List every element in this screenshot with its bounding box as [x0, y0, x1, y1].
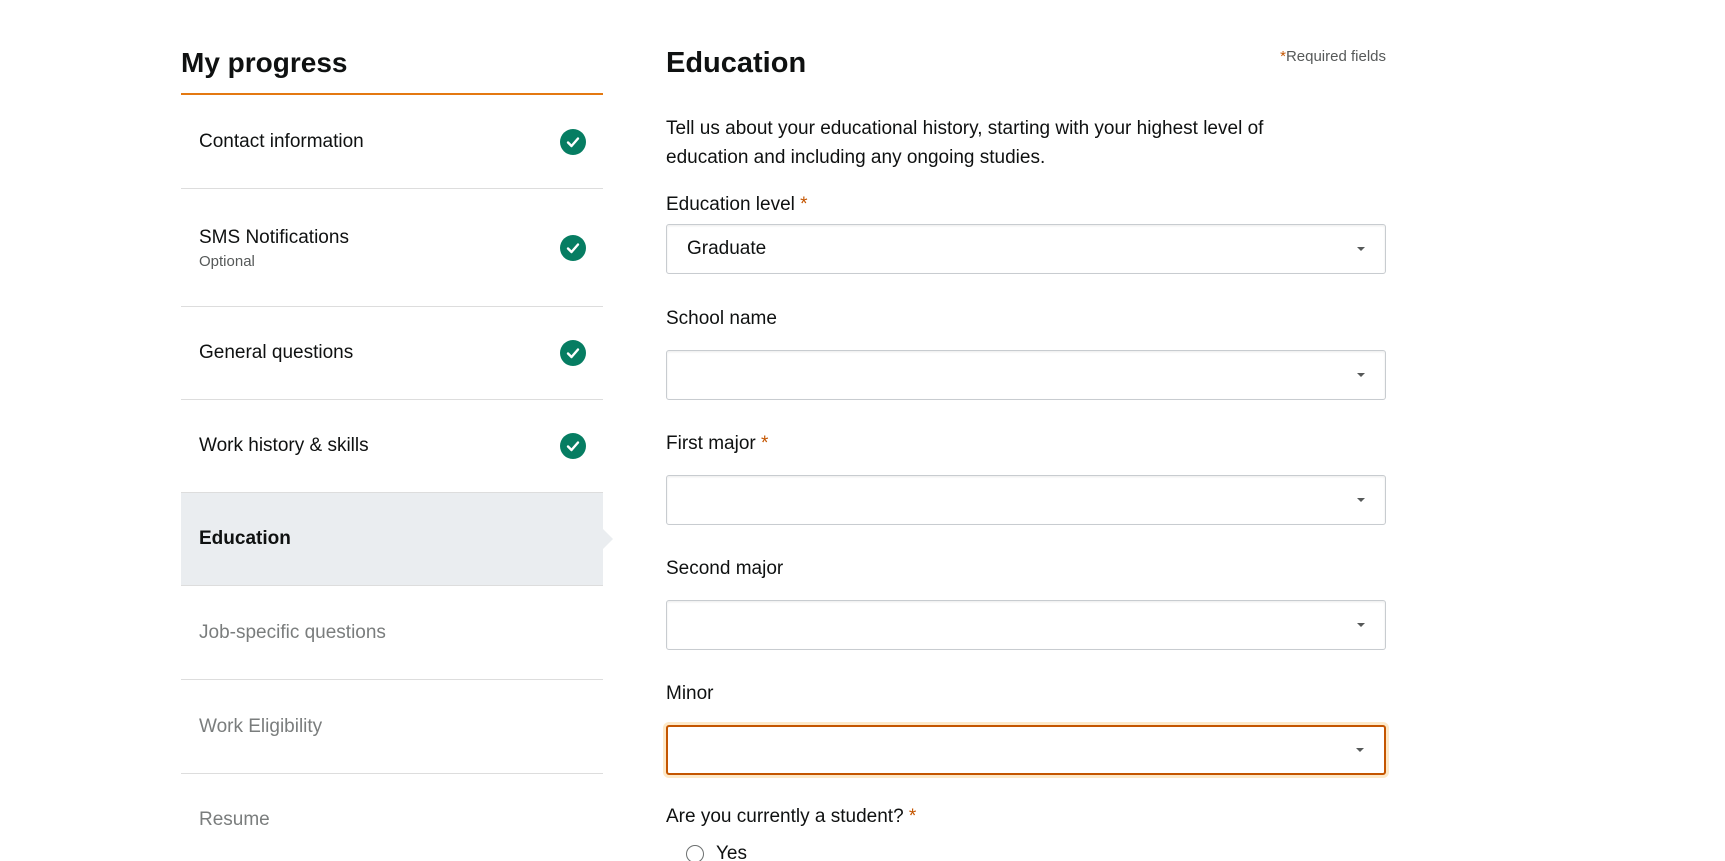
step-label: Contact information	[199, 130, 364, 152]
radio-yes[interactable]	[686, 845, 704, 861]
step-label: Job-specific questions	[199, 621, 386, 643]
step-label: Work Eligibility	[199, 715, 323, 737]
first-major-select[interactable]	[666, 475, 1386, 525]
required-note-text: Required fields	[1285, 48, 1386, 65]
page-title: Education	[666, 47, 807, 79]
intro-text: Tell us about your educational history, …	[666, 118, 1264, 168]
second-major-group: Second major	[666, 557, 1386, 650]
step-label: Education	[199, 528, 291, 549]
education-level-group: Education level * Graduate	[666, 193, 1386, 274]
check-circle-icon	[560, 340, 586, 366]
student-option-yes[interactable]: Yes	[686, 843, 1386, 861]
step-label: Resume	[199, 809, 270, 830]
step-work-eligibility[interactable]: Work Eligibility	[181, 680, 603, 774]
student-question-label: Are you currently a student? *	[666, 806, 917, 827]
education-level-select[interactable]: Graduate	[666, 224, 1386, 274]
required-star: *	[908, 806, 917, 827]
step-work-history-skills[interactable]: Work history & skills	[181, 400, 603, 493]
second-major-select[interactable]	[666, 600, 1386, 650]
school-name-group: School name	[666, 307, 1386, 400]
step-education[interactable]: Education	[181, 493, 613, 586]
education-level-label: Education level *	[666, 194, 808, 215]
minor-select[interactable]	[666, 725, 1386, 775]
step-label: Work history & skills	[199, 435, 369, 456]
first-major-label: First major *	[666, 433, 769, 454]
check-circle-icon	[560, 234, 586, 261]
required-fields-note: *Required fields	[1280, 48, 1386, 65]
step-optional-note: Optional	[199, 252, 255, 270]
application-page: My progress Contact information SMS Noti…	[0, 0, 1725, 861]
step-resume[interactable]: Resume	[181, 774, 603, 861]
progress-list: Contact information SMS Notifications Op…	[181, 95, 613, 861]
chevron-down-icon	[1357, 247, 1365, 251]
student-question-group: Are you currently a student? * Yes No	[666, 805, 1386, 861]
step-contact-information[interactable]: Contact information	[181, 95, 603, 189]
chevron-down-icon	[1357, 373, 1365, 377]
check-circle-icon	[560, 128, 586, 155]
step-sms-notifications[interactable]: SMS Notifications Optional	[181, 189, 603, 307]
required-star: *	[800, 194, 808, 215]
school-name-select[interactable]	[666, 350, 1386, 400]
sidebar-title: My progress	[181, 40, 603, 95]
minor-label: Minor	[666, 683, 714, 704]
chevron-down-icon	[1357, 498, 1365, 502]
minor-group: Minor	[666, 682, 1386, 775]
first-major-group: First major *	[666, 432, 1386, 525]
second-major-label: Second major	[666, 558, 784, 579]
chevron-down-icon	[1357, 623, 1365, 627]
step-job-specific-questions[interactable]: Job-specific questions	[181, 586, 603, 680]
school-name-label: School name	[666, 308, 777, 329]
radio-yes-label: Yes	[716, 843, 747, 861]
step-label: General questions	[199, 342, 354, 363]
education-level-value: Graduate	[687, 238, 767, 259]
step-label: SMS Notifications	[199, 226, 349, 248]
progress-sidebar: My progress Contact information SMS Noti…	[181, 40, 613, 861]
education-form: *Required fields Education Tell us about…	[666, 40, 1386, 861]
check-circle-icon	[560, 433, 586, 459]
chevron-down-icon	[1356, 748, 1364, 752]
step-general-questions[interactable]: General questions	[181, 307, 603, 400]
required-star: *	[761, 433, 769, 454]
